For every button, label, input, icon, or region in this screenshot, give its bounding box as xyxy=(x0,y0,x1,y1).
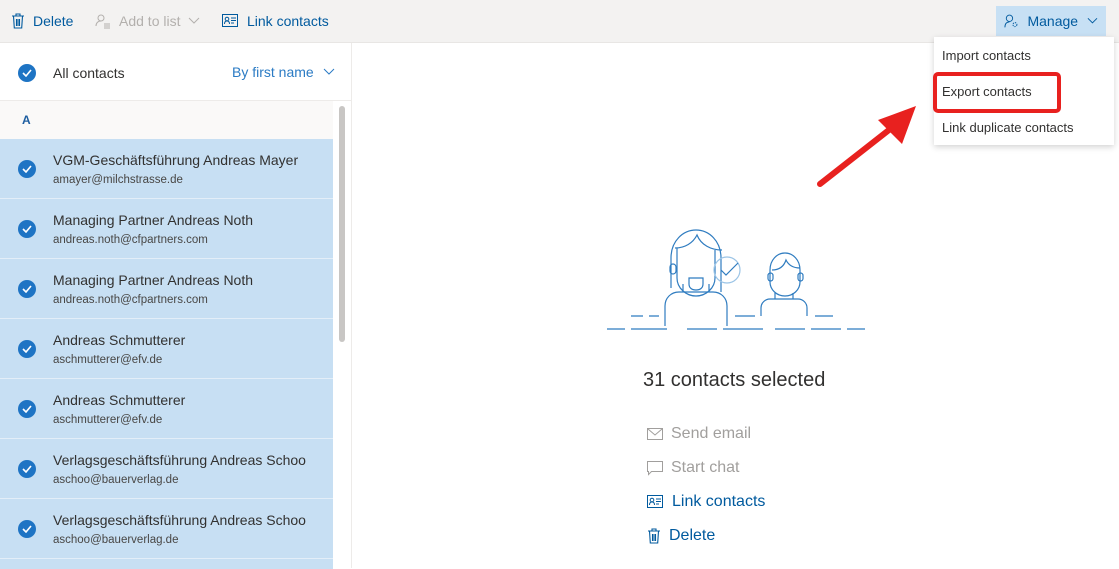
contact-name: Andreas Schmutterer xyxy=(53,332,186,348)
contact-name: Verlagsgeschäftsführung Andreas Schoo xyxy=(53,452,306,468)
row-checkbox[interactable] xyxy=(18,340,36,358)
link-contacts-label: Link contacts xyxy=(672,493,766,510)
sort-dropdown[interactable]: By first name xyxy=(232,64,335,80)
contact-name: Managing Partner Andreas Noth xyxy=(53,272,254,288)
manage-label: Manage xyxy=(1027,13,1079,29)
delete-label: Delete xyxy=(669,527,716,544)
contact-row[interactable]: Andreas Schmutterer aschmutterer@efv.de xyxy=(0,379,333,439)
link-contacts-icon xyxy=(647,495,663,508)
link-contacts-action[interactable]: Link contacts xyxy=(647,493,765,511)
selected-count: 31 contacts selected xyxy=(643,369,826,391)
row-checkbox[interactable] xyxy=(18,400,36,418)
menu-item-import-contacts[interactable]: Import contacts xyxy=(942,48,1031,63)
list-scrollbar[interactable] xyxy=(339,106,345,342)
contact-email: aschoo@bauerverlag.de xyxy=(53,474,179,486)
annotation-highlight-box xyxy=(933,72,1061,113)
add-to-list-label: Add to list xyxy=(119,13,181,29)
contact-row[interactable]: VGM-Geschäftsführung Andreas Mayer amaye… xyxy=(0,139,333,199)
chevron-down-icon xyxy=(189,17,200,24)
contact-name: VGM-Geschäftsführung Andreas Mayer xyxy=(53,152,299,168)
mail-icon xyxy=(647,428,663,440)
checkmark-icon xyxy=(22,225,32,233)
row-checkbox[interactable] xyxy=(18,220,36,238)
contact-name: Andreas Schmutterer xyxy=(53,392,186,408)
send-email-action[interactable]: Send email xyxy=(647,425,751,443)
sort-label: By first name xyxy=(232,64,314,80)
trash-icon xyxy=(648,528,660,544)
menu-item-link-duplicate-contacts[interactable]: Link duplicate contacts xyxy=(942,120,1074,135)
chevron-down-icon xyxy=(323,68,335,75)
chat-icon xyxy=(647,460,663,476)
contact-row[interactable]: Verlagsgeschäftsführung Andreas Schoo as… xyxy=(0,439,333,499)
checkmark-icon xyxy=(22,525,32,533)
add-to-list-icon xyxy=(95,14,110,29)
checkmark-icon xyxy=(22,285,32,293)
contact-email: amayer@milchstrasse.de xyxy=(53,174,183,186)
contact-row[interactable]: Verlagsgeschäftsführung Andreas Schoo as… xyxy=(0,499,333,559)
checkmark-icon xyxy=(22,165,32,173)
link-contacts-label: Link contacts xyxy=(247,13,329,29)
contact-name: Verlagsgeschäftsführung Andreas Schoo xyxy=(53,512,306,528)
trash-icon xyxy=(12,13,24,29)
annotation-arrow-icon xyxy=(817,106,916,187)
manage-contacts-icon xyxy=(1004,14,1018,28)
select-all-checkbox[interactable] xyxy=(18,64,36,82)
link-contacts-icon xyxy=(222,14,238,27)
row-checkbox[interactable] xyxy=(18,520,36,538)
contact-email: aschoo@bauerverlag.de xyxy=(53,534,179,546)
group-header: A xyxy=(0,101,333,139)
all-contacts-label: All contacts xyxy=(53,65,125,81)
checkmark-icon xyxy=(22,345,32,353)
list-header: All contacts By first name xyxy=(0,43,351,101)
contact-email: aschmutterer@efv.de xyxy=(53,414,163,426)
send-email-label: Send email xyxy=(671,425,752,442)
checkmark-icon xyxy=(22,69,32,77)
start-chat-action[interactable]: Start chat xyxy=(647,459,739,477)
delete-label: Delete xyxy=(33,13,74,29)
contact-row[interactable]: Managing Partner Andreas Noth andreas.no… xyxy=(0,259,333,319)
row-checkbox[interactable] xyxy=(18,280,36,298)
contact-list-pane: All contacts By first name A VGM-Geschäf… xyxy=(0,43,352,569)
checkmark-icon xyxy=(22,465,32,473)
delete-action[interactable]: Delete xyxy=(647,527,715,545)
contact-name: Managing Partner Andreas Noth xyxy=(53,212,254,228)
link-contacts-button[interactable]: Link contacts xyxy=(222,0,329,42)
add-to-list-button[interactable]: Add to list xyxy=(95,0,200,42)
manage-button[interactable]: Manage xyxy=(996,6,1106,36)
contact-email: aschmutterer@efv.de xyxy=(53,354,163,366)
contacts-illustration xyxy=(607,229,865,330)
start-chat-label: Start chat xyxy=(671,459,740,476)
row-checkbox[interactable] xyxy=(18,460,36,478)
delete-button[interactable]: Delete xyxy=(11,0,73,42)
checkmark-icon xyxy=(22,405,32,413)
row-checkbox[interactable] xyxy=(18,160,36,178)
contact-email: andreas.noth@cfpartners.com xyxy=(53,234,208,246)
contact-row[interactable]: Andreas Schmutterer aschmutterer@efv.de xyxy=(0,319,333,379)
chevron-down-icon xyxy=(1087,17,1098,24)
contact-email: andreas.noth@cfpartners.com xyxy=(53,294,208,306)
contact-row[interactable]: Managing Partner Andreas Noth andreas.no… xyxy=(0,199,333,259)
